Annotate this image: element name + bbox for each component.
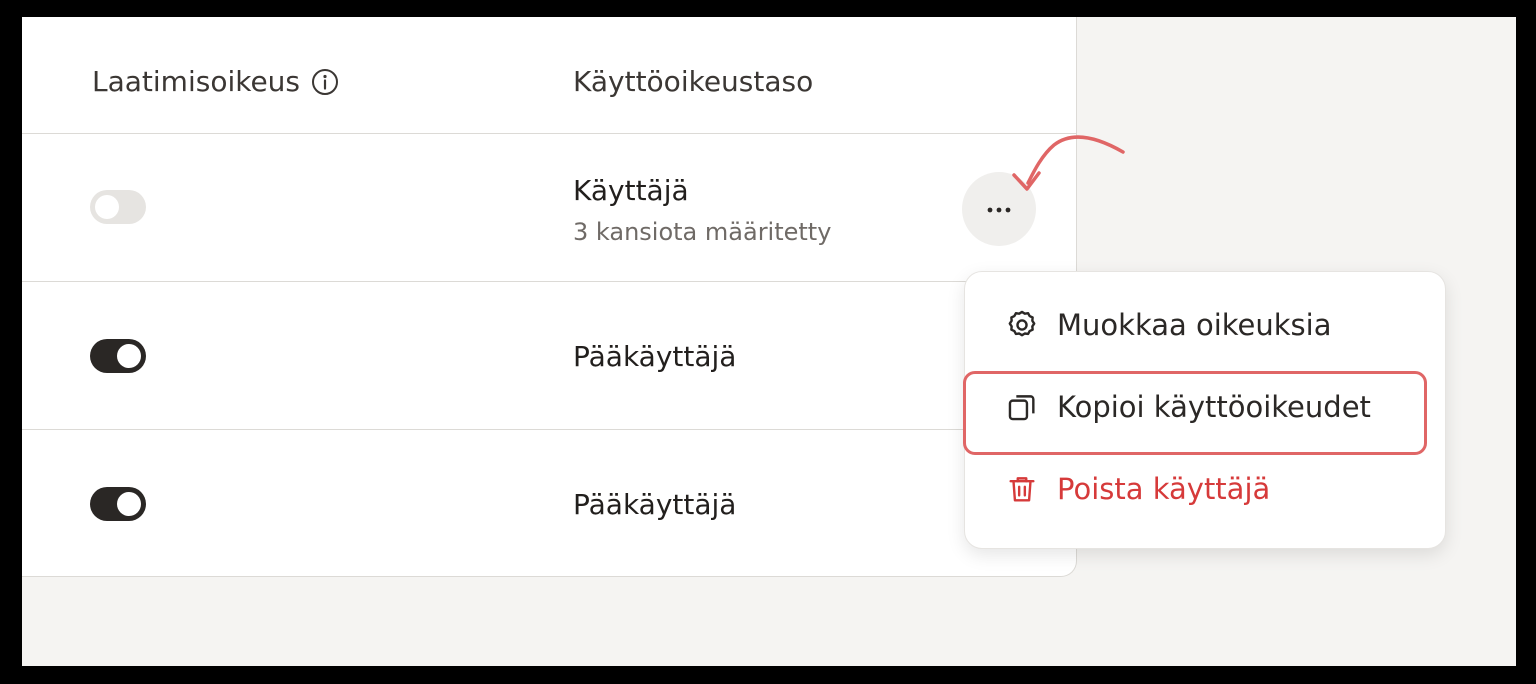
- screen: Laatimisoikeus Käyttöoikeustaso Käyttäjä…: [22, 17, 1516, 666]
- column-header-label: Käyttöoikeustaso: [573, 65, 814, 98]
- table-row: Käyttäjä 3 kansiota määritetty: [22, 134, 1076, 282]
- menu-item-delete-user[interactable]: Poista käyttäjä: [1005, 472, 1270, 506]
- table-row: Pääkäyttäjä: [22, 430, 1076, 576]
- menu-item-label: Muokkaa oikeuksia: [1057, 308, 1332, 342]
- toggle-knob: [95, 195, 119, 219]
- role-subtitle: 3 kansiota määritetty: [573, 218, 832, 246]
- toggle-knob: [117, 344, 141, 368]
- role-label: Pääkäyttäjä: [573, 340, 737, 373]
- permissions-table: Laatimisoikeus Käyttöoikeustaso Käyttäjä…: [22, 17, 1077, 577]
- table-row: Pääkäyttäjä: [22, 282, 1076, 430]
- role-label: Pääkäyttäjä: [573, 488, 737, 521]
- info-icon[interactable]: [310, 67, 340, 97]
- authoring-toggle[interactable]: [90, 487, 146, 521]
- trash-icon: [1005, 472, 1039, 506]
- annotation-arrow-icon: [1012, 135, 1125, 191]
- authoring-toggle[interactable]: [90, 339, 146, 373]
- authoring-toggle[interactable]: [90, 190, 146, 224]
- column-header-authoring-right: Laatimisoikeus: [92, 65, 340, 98]
- menu-item-edit-permissions[interactable]: Muokkaa oikeuksia: [1005, 308, 1332, 342]
- gear-icon: [1005, 308, 1039, 342]
- toggle-knob: [117, 492, 141, 516]
- menu-item-label: Poista käyttäjä: [1057, 472, 1271, 506]
- annotation-highlight-box: [963, 371, 1427, 455]
- column-header-label: Laatimisoikeus: [92, 65, 301, 98]
- role-label: Käyttäjä: [573, 174, 689, 207]
- column-header-access-level: Käyttöoikeustaso: [573, 65, 813, 98]
- table-header: Laatimisoikeus Käyttöoikeustaso: [22, 17, 1076, 134]
